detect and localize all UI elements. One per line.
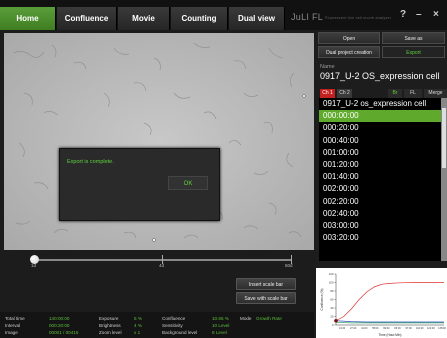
x-tick-label: 69:00: [383, 327, 390, 330]
total-time-value: 140:00:00: [49, 316, 70, 321]
x-tick-label: 138:00: [438, 327, 446, 330]
y-tick-label: 40: [330, 306, 334, 310]
series-line-1: [335, 320, 444, 323]
exposure-label: Exposure: [99, 316, 119, 321]
background-level-label: Background level: [162, 330, 198, 335]
name-label: Name: [320, 64, 335, 70]
zoom-level-value: x 1: [134, 330, 141, 335]
zoom-level-label: Zoom level: [99, 330, 122, 335]
scrollbar-thumb[interactable]: [442, 108, 446, 168]
sensitivity-value: 10 Level: [212, 323, 230, 328]
tab-home[interactable]: Home: [0, 7, 56, 30]
sensitivity-label: Sensitivity: [162, 323, 183, 328]
project-panel: Open Save as Dual project creation Expor…: [316, 30, 447, 338]
tab-movie[interactable]: Movie: [118, 7, 170, 30]
timepoint-item[interactable]: 000:20:00: [319, 122, 441, 134]
save-as-button[interactable]: Save as: [382, 32, 445, 44]
slider-label-max: 50d: [285, 263, 293, 268]
timepoint-list-scrollbar[interactable]: [441, 98, 447, 261]
image-info-panel: Total time 140:00:00 Interval 000:20:00 …: [0, 312, 314, 338]
tab-channel-2[interactable]: Ch 2: [337, 89, 352, 98]
current-time-marker: [334, 318, 338, 323]
interval-value: 000:20:00: [49, 323, 70, 328]
open-button[interactable]: Open: [318, 32, 380, 44]
tab-channel-1[interactable]: Ch 1: [320, 89, 335, 98]
image-value: 00001 / 00415: [49, 330, 79, 335]
x-axis-title: Time (Hour:Min): [379, 333, 402, 337]
slider-label-min: 1d: [31, 263, 37, 268]
tab-dual-view[interactable]: Dual view: [229, 7, 285, 30]
y-tick-label: 80: [330, 289, 334, 293]
total-time-label: Total time: [5, 316, 25, 321]
y-tick-label: 60: [330, 298, 334, 302]
series-line-0: [335, 282, 444, 322]
timepoint-item[interactable]: 001:20:00: [319, 159, 441, 171]
x-tick-label: 97:00: [406, 327, 413, 330]
x-tick-label: 27:20: [350, 327, 357, 330]
timepoint-item[interactable]: 003:00:00: [319, 220, 441, 232]
time-slider-area: 1d 4d 50d Insert scale bar Save with sca…: [4, 250, 314, 308]
dialog-message: Export is complete.: [67, 159, 114, 165]
help-button[interactable]: ?: [400, 9, 406, 20]
project-name: 0917_U-2 OS_expression cell: [320, 71, 440, 81]
ok-button[interactable]: OK: [168, 176, 208, 190]
x-tick-label: 41:00: [361, 327, 368, 330]
timepoint-item[interactable]: 001:00:00: [319, 147, 441, 159]
x-tick-label: 110:20: [416, 327, 424, 330]
confluence-chart-svg: 0 20 40 60 80 100 120 13:20 27:20 41:00 55:00 69:00…: [320, 272, 446, 337]
y-axis-title: Confluence (%): [320, 289, 324, 311]
timepoint-item[interactable]: 001:40:00: [319, 171, 441, 183]
cell-image-viewer[interactable]: Export is complete. OK: [4, 33, 314, 250]
dual-project-creation-button[interactable]: Dual project creation: [318, 46, 380, 58]
timepoint-item[interactable]: 000:40:00: [319, 135, 441, 147]
tab-merge[interactable]: Merge: [424, 89, 447, 98]
x-tick-label: 55:00: [372, 327, 379, 330]
tab-brightfield[interactable]: Br: [388, 89, 402, 98]
mode-value: Growth Rate: [256, 316, 282, 321]
mode-label: Mode: [240, 316, 252, 321]
timepoint-item[interactable]: 002:40:00: [319, 208, 441, 220]
confluence-chart: 0 20 40 60 80 100 120 13:20 27:20 41:00 55:00 69:00…: [316, 268, 447, 338]
x-tick-label: 83:00: [394, 327, 401, 330]
tab-fluorescence[interactable]: FL: [404, 89, 422, 98]
brightness-value: 4 %: [134, 323, 142, 328]
x-tick-label: 13:20: [339, 327, 346, 330]
timepoint-item[interactable]: 002:00:00: [319, 183, 441, 195]
confluence-label: Confluence: [162, 316, 186, 321]
interval-label: Interval: [5, 323, 21, 328]
export-complete-dialog: Export is complete. OK: [59, 148, 220, 221]
confluence-value: 10.65 %: [212, 316, 229, 321]
exposure-value: 5 %: [134, 316, 142, 321]
timepoint-item[interactable]: 000:00:00: [319, 110, 441, 123]
save-with-scale-bar-button[interactable]: Save with scale bar: [236, 292, 296, 304]
app-logo: JuLI FL Fluorescent live cell movie analy…: [291, 12, 392, 22]
time-slider-track[interactable]: [34, 259, 292, 261]
close-button[interactable]: ×: [433, 9, 439, 20]
tab-confluence[interactable]: Confluence: [57, 7, 117, 30]
y-tick-label: 120: [329, 272, 334, 276]
insert-scale-bar-button[interactable]: Insert scale bar: [236, 278, 296, 290]
background-level-value: 8 Level: [212, 330, 227, 335]
y-tick-label: 20: [330, 315, 334, 319]
y-tick-label: 100: [329, 281, 334, 285]
tab-counting[interactable]: Counting: [171, 7, 228, 30]
slider-label-mid: 4d: [159, 263, 165, 268]
minimize-button[interactable]: –: [416, 9, 422, 20]
image-label: Image: [5, 330, 18, 335]
x-tick-label: 124:00: [427, 327, 435, 330]
list-header: 0917_U-2 os_expression cell: [323, 99, 427, 108]
timepoint-item[interactable]: 003:20:00: [319, 232, 441, 244]
main-tab-bar: Home Confluence Movie Counting Dual view…: [0, 0, 447, 30]
brightness-label: Brightness: [99, 323, 121, 328]
timepoint-list[interactable]: 0917_U-2 os_expression cell 000:00:00 000…: [319, 98, 441, 261]
export-button[interactable]: Export: [382, 46, 445, 58]
timepoint-item[interactable]: 002:20:00: [319, 196, 441, 208]
y-tick-label: 0: [332, 323, 334, 327]
